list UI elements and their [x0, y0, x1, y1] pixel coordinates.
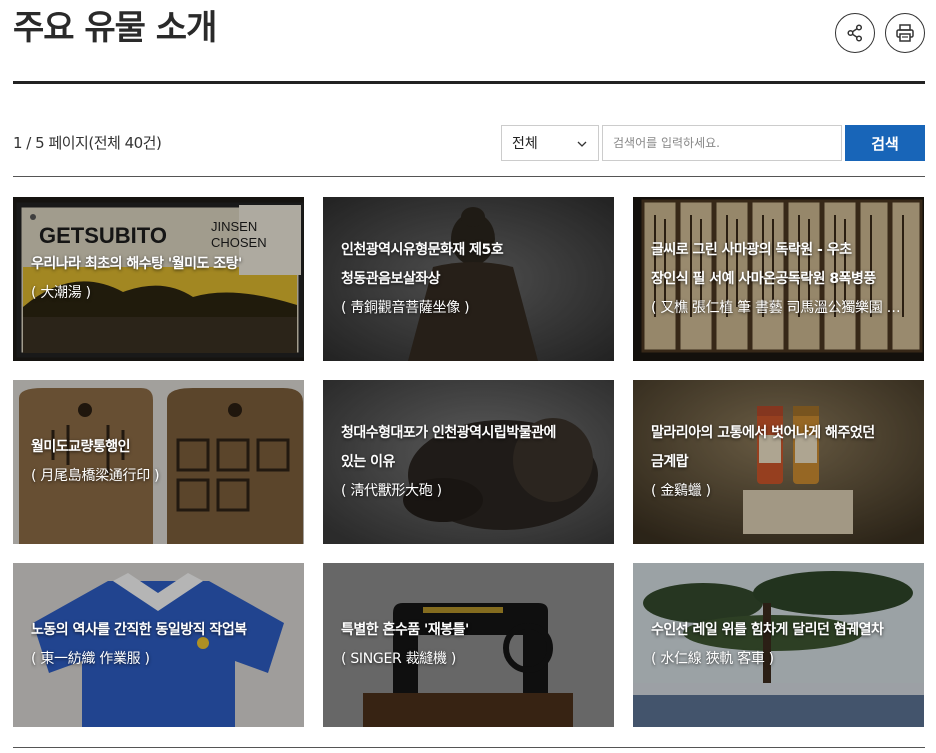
artifact-caption: 말라리아의 고통에서 벗어나게 해주었던 금계랍 金鷄蠟 [651, 380, 914, 544]
artifact-title-line2: 장인식 필 서예 사마온공독락원 8폭병풍 [651, 270, 876, 287]
page-title: 주요 유물 소개 [13, 8, 217, 48]
artifact-title-line2: 금계랍 [651, 453, 689, 470]
chevron-down-icon [577, 141, 587, 147]
artifact-caption: 수인선 레일 위를 힘차게 달리던 협궤열차 水仁線 狹軌 客車 [651, 563, 914, 727]
artifact-caption: 월미도교량통행인 月尾島橋梁通行印 [31, 380, 294, 544]
artifact-caption: 글씨로 그린 사마광의 독락원 - 우초 장인식 필 서예 사마온공독락원 8폭… [651, 197, 914, 361]
artifact-title: 수인선 레일 위를 힘차게 달리던 협궤열차 [651, 622, 884, 638]
share-icon [847, 24, 863, 42]
artifact-hanja: 淸代獸形大砲 [341, 477, 604, 506]
category-select[interactable]: 전체 [501, 125, 599, 161]
artifact-hanja: 金鷄蠟 [651, 477, 914, 506]
artifact-title-line2: 있는 이유 [341, 453, 395, 470]
artifact-hanja: 水仁線 狹軌 客車 [651, 645, 914, 674]
artifact-card[interactable]: 특별한 혼수품 '재봉틀' SINGER 裁縫機 [323, 563, 614, 727]
artifact-title-line2: 청동관음보살좌상 [341, 270, 441, 287]
artifact-title: 인천광역시유형문화재 제5호 [341, 241, 504, 258]
artifact-title: 우리나라 최초의 해수탕 '월미도 조탕' [31, 256, 242, 272]
artifact-title: 글씨로 그린 사마광의 독락원 - 우초 [651, 241, 852, 258]
artifact-caption: 노동의 역사를 간직한 동일방직 작업복 東一紡織 作業服 [31, 563, 294, 727]
artifact-hanja: 又樵 張仁植 筆 書藝 司馬溫公獨樂園 八幅屛風 [651, 294, 914, 323]
print-button[interactable] [885, 13, 925, 53]
list-divider-bottom [13, 747, 925, 748]
artifact-hanja: SINGER 裁縫機 [341, 645, 604, 674]
search-button[interactable]: 검색 [845, 125, 925, 161]
artifact-card[interactable]: 말라리아의 고통에서 벗어나게 해주었던 금계랍 金鷄蠟 [633, 380, 924, 544]
page-count: 1 / 5 페이지(전체 40건) [13, 134, 162, 152]
search-input[interactable] [602, 125, 842, 161]
artifact-title: 월미도교량통행인 [31, 439, 131, 455]
artifact-card[interactable]: 수인선 레일 위를 힘차게 달리던 협궤열차 水仁線 狹軌 客車 [633, 563, 924, 727]
artifact-grid: GETSUBITO JINSEN CHOSEN 우리나라 최초의 해수탕 '월미… [13, 197, 925, 727]
artifact-card[interactable]: 인천광역시유형문화재 제5호 청동관음보살좌상 靑銅觀音菩薩坐像 [323, 197, 614, 361]
artifact-caption: 인천광역시유형문화재 제5호 청동관음보살좌상 靑銅觀音菩薩坐像 [341, 197, 604, 361]
artifact-title: 청대수형대포가 인천광역시립박물관에 [341, 424, 556, 441]
artifact-caption: 우리나라 최초의 해수탕 '월미도 조탕' 大潮湯 [31, 197, 294, 361]
artifact-hanja: 靑銅觀音菩薩坐像 [341, 294, 604, 323]
artifact-title: 노동의 역사를 간직한 동일방직 작업복 [31, 622, 247, 638]
artifact-card[interactable]: 노동의 역사를 간직한 동일방직 작업복 東一紡織 作業服 [13, 563, 304, 727]
category-select-value: 전체 [512, 136, 538, 152]
artifact-hanja: 東一紡織 作業服 [31, 645, 294, 674]
artifact-caption: 특별한 혼수품 '재봉틀' SINGER 裁縫機 [341, 563, 604, 727]
artifact-card[interactable]: GETSUBITO JINSEN CHOSEN 우리나라 최초의 해수탕 '월미… [13, 197, 304, 361]
artifact-title: 특별한 혼수품 '재봉틀' [341, 622, 469, 638]
print-icon [896, 24, 914, 42]
artifact-card[interactable]: 청대수형대포가 인천광역시립박물관에 있는 이유 淸代獸形大砲 [323, 380, 614, 544]
share-button[interactable] [835, 13, 875, 53]
artifact-hanja: 大潮湯 [31, 279, 294, 308]
artifact-card[interactable]: 글씨로 그린 사마광의 독락원 - 우초 장인식 필 서예 사마온공독락원 8폭… [633, 197, 924, 361]
list-divider-top [13, 176, 925, 177]
artifact-caption: 청대수형대포가 인천광역시립박물관에 있는 이유 淸代獸形大砲 [341, 380, 604, 544]
title-divider [13, 81, 925, 84]
artifact-title: 말라리아의 고통에서 벗어나게 해주었던 [651, 424, 875, 441]
artifact-hanja: 月尾島橋梁通行印 [31, 462, 294, 491]
artifact-card[interactable]: 월미도교량통행인 月尾島橋梁通行印 [13, 380, 304, 544]
